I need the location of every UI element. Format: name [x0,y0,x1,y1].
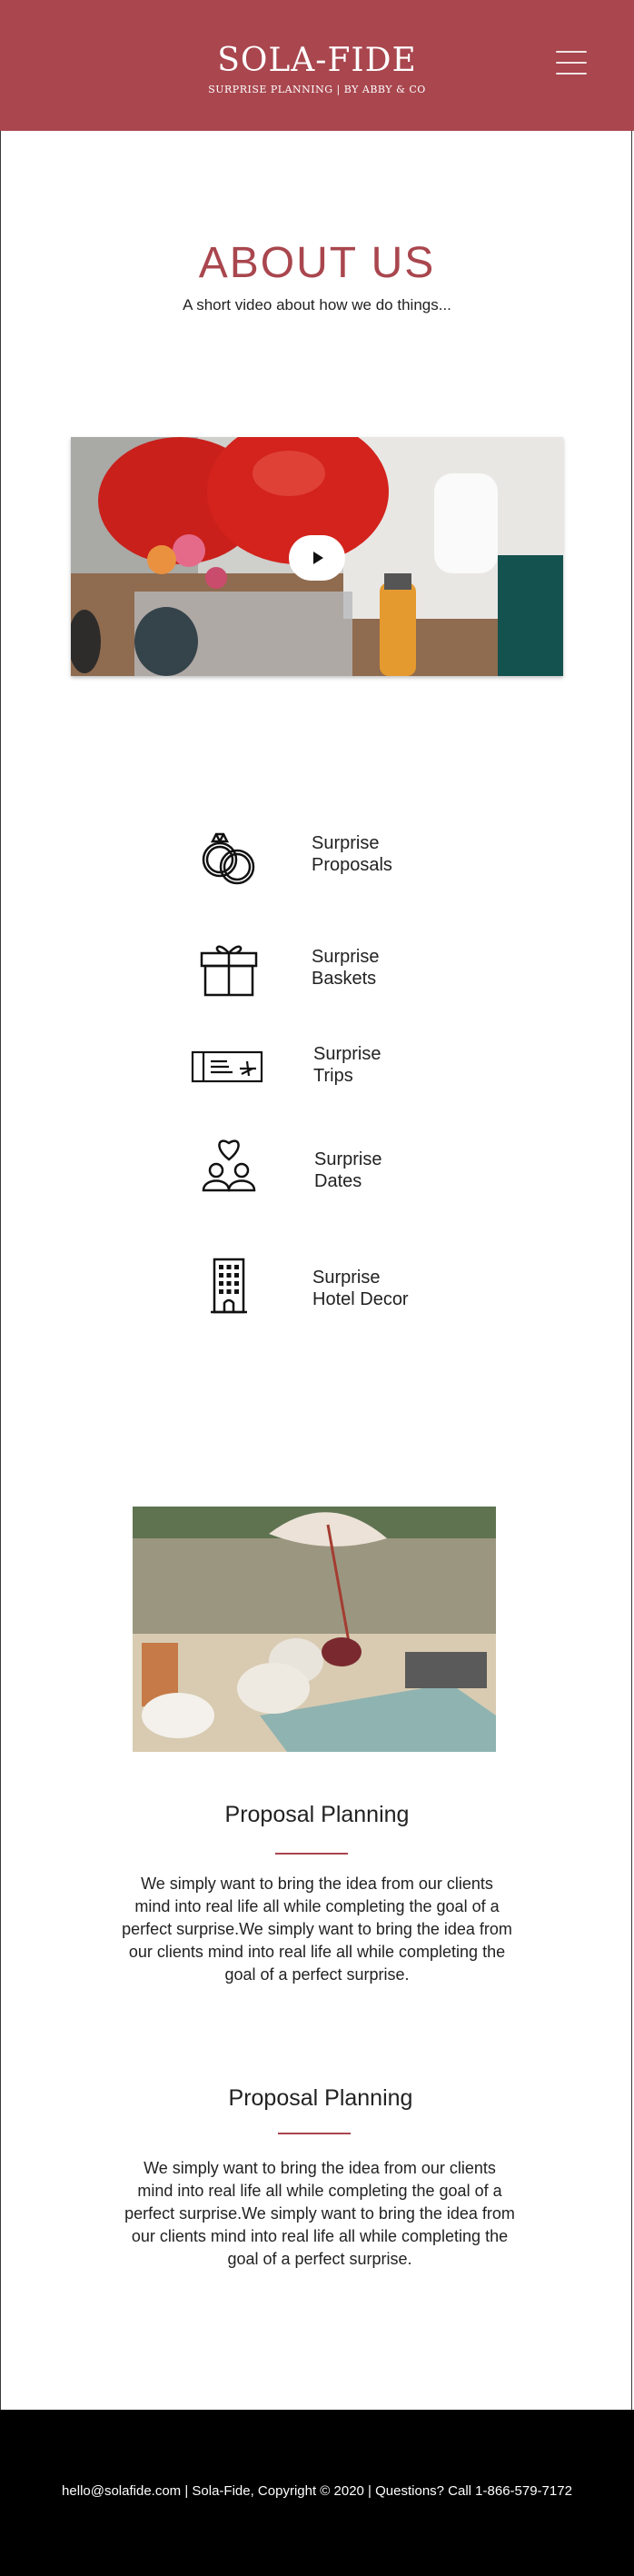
section-title: Proposal Planning [224,1802,410,1827]
service-item-dates: Surprise Dates [182,1130,472,1203]
brand-tagline: SURPRISE PLANNING | BY ABBY & CO [208,84,426,95]
hamburger-menu-icon[interactable] [556,51,587,80]
service-item-trips: Surprise Trips [182,1032,472,1105]
section-title: Proposal Planning [228,2085,413,2111]
service-item-proposals: Surprise Proposals [182,820,472,892]
picnic-photo [133,1507,496,1752]
gift-box-icon [200,945,258,997]
brand-logo[interactable]: SOLA-FIDE SURPRISE PLANNING | BY ABBY & … [0,40,634,95]
service-label: Surprise Trips [313,1044,381,1086]
service-label: Surprise Hotel Decor [312,1268,409,1309]
rings-icon [202,832,255,885]
service-label: Surprise Proposals [312,833,392,875]
plane-ticket-icon [191,1050,263,1083]
play-button[interactable] [289,535,345,581]
service-label: Surprise Dates [314,1149,382,1191]
service-item-hotel-decor: Surprise Hotel Decor [182,1248,472,1321]
about-title: ABOUT US [198,239,436,287]
video-player[interactable] [71,437,563,676]
about-subtitle: A short video about how we do things... [183,296,451,313]
section-body: We simply want to bring the idea from ou… [122,1875,512,1984]
couple-heart-icon [202,1139,256,1192]
service-label: Surprise Baskets [312,947,380,989]
section-divider [278,2133,351,2134]
section-body: We simply want to bring the idea from ou… [124,2159,515,2268]
footer-contact-text[interactable]: hello@solafide.com | Sola-Fide, Copyrigh… [0,2483,634,2499]
service-item-baskets: Surprise Baskets [182,931,472,1004]
play-icon [313,552,323,564]
site-header: SOLA-FIDE SURPRISE PLANNING | BY ABBY & … [0,0,634,131]
hotel-building-icon [211,1258,247,1314]
site-footer: hello@solafide.com | Sola-Fide, Copyrigh… [0,2410,634,2576]
brand-title: SOLA-FIDE [217,42,417,79]
section-divider [275,1853,348,1855]
